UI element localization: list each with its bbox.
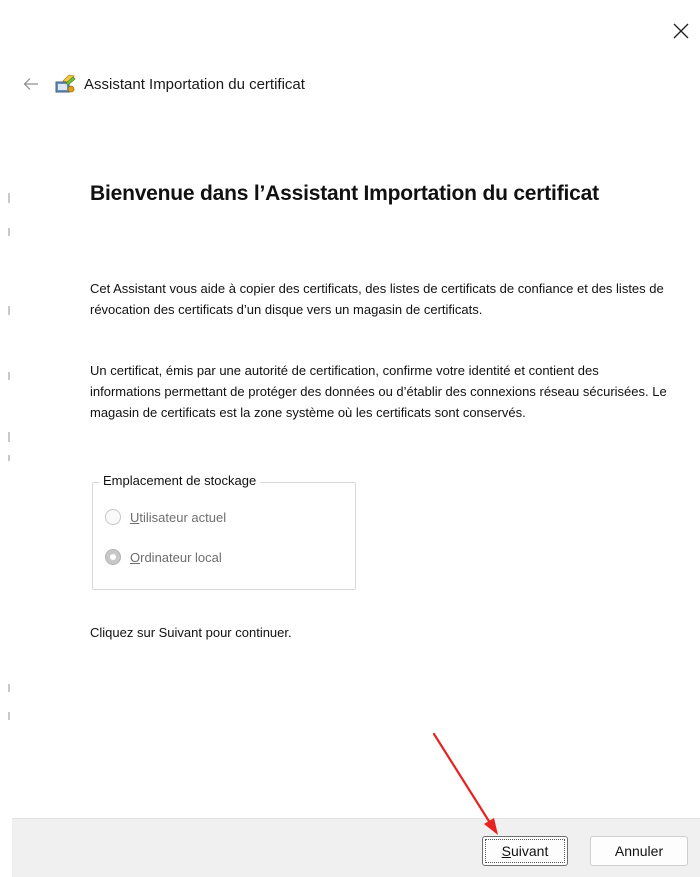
wizard-header: Assistant Importation du certificat bbox=[18, 70, 305, 98]
close-icon bbox=[673, 23, 689, 39]
current-user-option[interactable]: Utilisateur actuel bbox=[105, 509, 226, 525]
local-machine-label: Ordinateur local bbox=[130, 549, 222, 565]
wizard-content: Bienvenue dans l’Assistant Importation d… bbox=[90, 182, 670, 640]
storage-location-group: Emplacement de stockage Utilisateur actu… bbox=[92, 473, 356, 590]
storage-location-legend: Emplacement de stockage bbox=[99, 473, 261, 488]
close-button[interactable] bbox=[668, 18, 694, 44]
wizard-footer: Suivant Annuler bbox=[12, 818, 700, 877]
wizard-header-title: Assistant Importation du certificat bbox=[84, 75, 305, 93]
local-machine-radio[interactable] bbox=[105, 549, 121, 565]
next-button-label: Suivant bbox=[501, 843, 549, 859]
current-user-label: Utilisateur actuel bbox=[130, 509, 227, 525]
local-machine-option[interactable]: Ordinateur local bbox=[105, 549, 222, 565]
cancel-button[interactable]: Annuler bbox=[590, 836, 688, 866]
back-arrow-icon bbox=[23, 78, 38, 90]
intro-paragraph: Cet Assistant vous aide à copier des cer… bbox=[90, 281, 664, 317]
page-title: Bienvenue dans l’Assistant Importation d… bbox=[90, 182, 599, 205]
next-button[interactable]: Suivant bbox=[482, 836, 568, 866]
continue-instruction: Cliquez sur Suivant pour continuer. bbox=[90, 625, 292, 640]
window-left-edge bbox=[0, 0, 12, 877]
certificate-wizard-icon bbox=[55, 74, 76, 93]
current-user-radio[interactable] bbox=[105, 509, 121, 525]
certificate-description-paragraph: Un certificat, émis par une autorité de … bbox=[90, 363, 667, 420]
back-button[interactable] bbox=[18, 71, 44, 97]
certificate-import-wizard-window: Assistant Importation du certificat Bien… bbox=[0, 0, 700, 877]
